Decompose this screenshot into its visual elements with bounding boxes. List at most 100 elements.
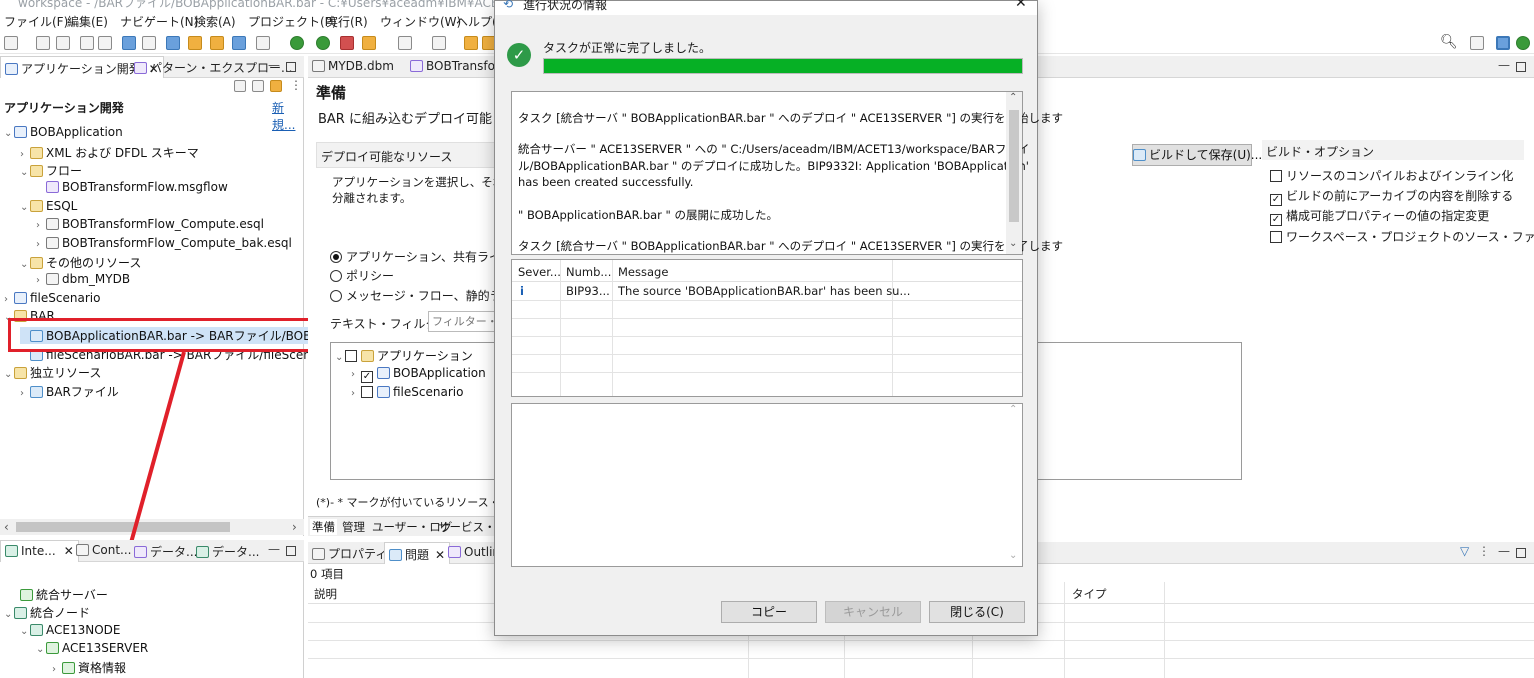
progress-dialog: ⟲ 進行状況の情報 ✕ ✓ タスクが正常に完了しました。 タスク [統合サーバ … bbox=[494, 0, 1063, 636]
maximize-icon[interactable] bbox=[1516, 548, 1526, 558]
tab-data-2[interactable]: データ... bbox=[196, 543, 259, 560]
tree-item-integration-nodes[interactable]: ⌄ 統合ノード bbox=[4, 604, 90, 621]
column-message[interactable]: Message bbox=[618, 265, 668, 279]
res-tree-filescenario[interactable]: › fileScenario bbox=[351, 385, 463, 399]
minimize-icon[interactable]: — bbox=[1498, 58, 1510, 72]
chevron-down-icon[interactable]: ⌄ bbox=[335, 352, 345, 363]
database-icon bbox=[312, 60, 325, 72]
chevron-right-icon[interactable]: › bbox=[52, 664, 62, 675]
tree-item-ace13server[interactable]: ⌄ ACE13SERVER bbox=[36, 641, 148, 655]
progress-bar-fill bbox=[544, 59, 1022, 73]
view-menu-icon[interactable]: ⋮ bbox=[1478, 544, 1490, 558]
tree-item-ace13node[interactable]: ⌄ ACE13NODE bbox=[20, 623, 120, 637]
column-description[interactable]: 説明 bbox=[314, 586, 337, 602]
checkbox-icon[interactable] bbox=[361, 386, 373, 398]
chevron-right-icon[interactable]: › bbox=[351, 388, 361, 399]
checkbox-checked-icon[interactable]: ✓ bbox=[1270, 194, 1282, 206]
server-icon bbox=[46, 642, 59, 654]
grid-row-line bbox=[512, 300, 1022, 301]
credentials-icon bbox=[62, 662, 75, 674]
grid-row-line bbox=[512, 318, 1022, 319]
close-icon[interactable]: ✕ bbox=[64, 544, 74, 558]
res-tree-applications[interactable]: ⌄ アプリケーション bbox=[335, 347, 473, 364]
radio-icon[interactable] bbox=[330, 270, 342, 282]
tab-data-1[interactable]: データ... bbox=[134, 543, 197, 560]
checkbox-icon[interactable] bbox=[345, 350, 357, 362]
tree-item-credentials[interactable]: › 資格情報 bbox=[52, 659, 126, 676]
grid-row-line bbox=[308, 640, 1534, 641]
grid-col-line bbox=[892, 260, 893, 396]
checkbox-checked-icon[interactable]: ✓ bbox=[361, 371, 373, 383]
success-check-icon: ✓ bbox=[507, 43, 531, 67]
editor-title: 準備 bbox=[316, 84, 347, 102]
grid-row-line bbox=[512, 372, 1022, 373]
scroll-up-icon[interactable]: ⌃ bbox=[1009, 92, 1017, 103]
log-line: タスク [統合サーバ " BOBApplicationBAR.bar " へのデ… bbox=[518, 239, 1064, 253]
cancel-button[interactable]: キャンセル bbox=[825, 601, 921, 623]
tab-integration-explorer[interactable]: Inte... ✕ bbox=[0, 540, 79, 562]
node-icon bbox=[30, 624, 43, 636]
column-number[interactable]: Numb... bbox=[566, 265, 611, 279]
close-icon[interactable]: ✕ bbox=[1015, 0, 1027, 11]
maximize-icon[interactable] bbox=[286, 546, 296, 556]
progress-log-text[interactable]: タスク [統合サーバ " BOBApplicationBAR.bar " へのデ… bbox=[511, 91, 1063, 255]
close-icon[interactable]: ✕ bbox=[435, 548, 445, 562]
progress-info-icon: ⟲ bbox=[503, 0, 514, 11]
checkbox-icon[interactable] bbox=[1270, 231, 1282, 243]
tab-mydb[interactable]: MYDB.dbm bbox=[312, 59, 394, 73]
tab-content[interactable]: Cont... bbox=[76, 543, 131, 557]
minimize-icon[interactable]: — bbox=[268, 542, 280, 556]
message-table: Sever... Numb... Message i BIP93... The … bbox=[511, 259, 1023, 397]
radio-selected-icon[interactable] bbox=[330, 251, 342, 263]
page-tab-manage[interactable]: 管理 bbox=[342, 519, 365, 535]
integration-explorer-view: Inte... ✕ Cont... データ... データ... — 統合サーバー … bbox=[0, 540, 304, 678]
log-scrollbar[interactable]: ⌃ ⌄ bbox=[1006, 92, 1022, 254]
message-table-row[interactable]: i BIP93... The source 'BOBApplicationBAR… bbox=[512, 282, 1022, 300]
tree-item-integration-servers[interactable]: 統合サーバー bbox=[20, 586, 108, 603]
checkbox-checked-icon[interactable]: ✓ bbox=[1270, 214, 1282, 226]
scroll-down-icon[interactable]: ⌄ bbox=[1009, 238, 1017, 249]
close-button[interactable]: 閉じる(C) bbox=[929, 601, 1025, 623]
column-type[interactable]: タイプ bbox=[1072, 586, 1107, 602]
dialog-title: 進行状況の情報 bbox=[523, 0, 608, 12]
left-bottom-tab-row: Inte... ✕ Cont... データ... データ... — bbox=[0, 540, 304, 562]
content-icon bbox=[76, 544, 89, 556]
build-and-save-button[interactable]: ビルドして保存(U)... bbox=[1132, 144, 1262, 166]
msgflow-icon bbox=[410, 60, 423, 72]
maximize-icon[interactable] bbox=[1516, 62, 1526, 72]
scroll-down-icon[interactable]: ⌄ bbox=[1009, 550, 1017, 561]
option-override-properties[interactable]: ✓ 構成可能プロパティーの値の指定変更 bbox=[1270, 207, 1489, 226]
scroll-up-icon[interactable]: ⌃ bbox=[1009, 404, 1017, 415]
checkbox-icon[interactable] bbox=[1270, 170, 1282, 182]
progress-bar bbox=[543, 58, 1023, 74]
column-severity[interactable]: Sever... bbox=[518, 265, 561, 279]
status-message: タスクが正常に完了しました。 bbox=[543, 41, 712, 55]
scrollbar-thumb[interactable] bbox=[1009, 110, 1019, 222]
text-filter-input[interactable] bbox=[428, 311, 496, 332]
message-detail-text[interactable]: ⌃ ⌄ bbox=[511, 403, 1023, 567]
option-compile-inline[interactable]: リソースのコンパイルおよびインライン化 bbox=[1270, 167, 1513, 184]
tab-bobtransform[interactable]: BOBTransfor bbox=[410, 59, 500, 73]
log-line: ル/BOBApplicationBAR.bar " のデプロイに成功した。BIP… bbox=[518, 159, 1029, 173]
grid-col-line bbox=[560, 260, 561, 396]
chevron-right-icon[interactable]: › bbox=[351, 369, 361, 380]
option-clear-archive[interactable]: ✓ ビルドの前にアーカイブの内容を削除する bbox=[1270, 187, 1513, 206]
chevron-down-icon[interactable]: ⌄ bbox=[20, 626, 30, 637]
tab-outline[interactable]: Outlin bbox=[448, 545, 500, 559]
filter-icon[interactable]: ▽ bbox=[1460, 544, 1469, 558]
grid-row-line bbox=[308, 658, 1534, 659]
tab-problems[interactable]: 問題 ✕ bbox=[384, 542, 451, 564]
page-tab-prepare[interactable]: 準備 bbox=[310, 519, 337, 535]
radio-policies[interactable]: ポリシー bbox=[330, 267, 394, 284]
radio-icon[interactable] bbox=[330, 290, 342, 302]
copy-button[interactable]: コピー bbox=[721, 601, 817, 623]
chevron-down-icon[interactable]: ⌄ bbox=[4, 609, 14, 620]
problems-count: 0 項目 bbox=[310, 567, 344, 581]
option-add-source[interactable]: ワークスペース・プロジェクトのソース・ファイルの追加 bbox=[1270, 228, 1534, 245]
res-tree-bobapplication[interactable]: › ✓ BOBApplication bbox=[351, 366, 486, 383]
deployable-resources-header: デプロイ可能なリソース bbox=[316, 142, 502, 168]
minimize-icon[interactable]: — bbox=[1498, 544, 1510, 558]
detail-scrollbar[interactable]: ⌃ ⌄ bbox=[1006, 404, 1022, 566]
chevron-down-icon[interactable]: ⌄ bbox=[36, 644, 46, 655]
problems-icon bbox=[389, 549, 402, 561]
